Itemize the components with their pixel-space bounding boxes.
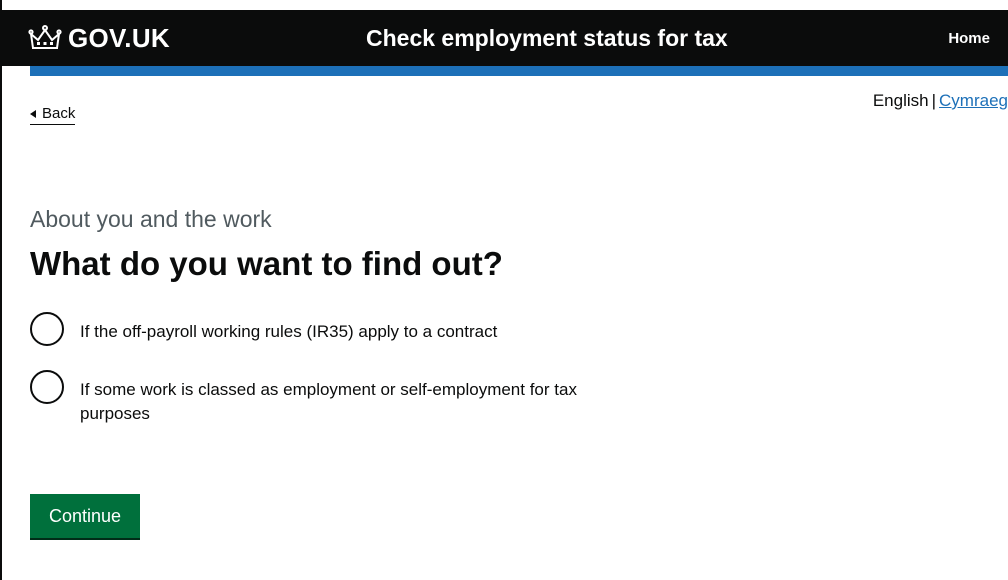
- radio-button[interactable]: [30, 312, 64, 346]
- page-title: What do you want to find out?: [30, 245, 503, 282]
- site-header: GOV.UK Check employment status for tax H…: [2, 10, 1008, 66]
- back-link[interactable]: Back: [30, 104, 76, 125]
- language-current: English: [872, 91, 929, 110]
- triangle-left-icon: [30, 110, 36, 118]
- page-caption: About you and the work: [30, 206, 272, 232]
- service-name[interactable]: Check employment status for tax: [366, 24, 728, 52]
- page-frame: GOV.UK Check employment status for tax H…: [0, 0, 1008, 580]
- govuk-logo-link[interactable]: GOV.UK: [28, 22, 170, 54]
- radio-option-employment-status[interactable]: If some work is classed as employment or…: [30, 370, 620, 426]
- radio-button[interactable]: [30, 370, 64, 404]
- back-link-label: Back: [42, 105, 76, 122]
- continue-button[interactable]: Continue: [30, 494, 140, 538]
- language-cymraeg-link[interactable]: Cymraeg: [939, 91, 1008, 110]
- header-accent-bar: [30, 66, 1008, 76]
- language-toggle: English | Cymraeg: [873, 90, 1008, 112]
- language-separator: |: [931, 91, 937, 110]
- radio-label[interactable]: If the off-payroll working rules (IR35) …: [80, 320, 620, 344]
- radio-label[interactable]: If some work is classed as employment or…: [80, 378, 620, 426]
- logo-text: GOV.UK: [68, 23, 170, 53]
- radio-option-ir35[interactable]: If the off-payroll working rules (IR35) …: [30, 312, 620, 346]
- home-link[interactable]: Home: [948, 30, 990, 48]
- crown-icon: [28, 24, 62, 52]
